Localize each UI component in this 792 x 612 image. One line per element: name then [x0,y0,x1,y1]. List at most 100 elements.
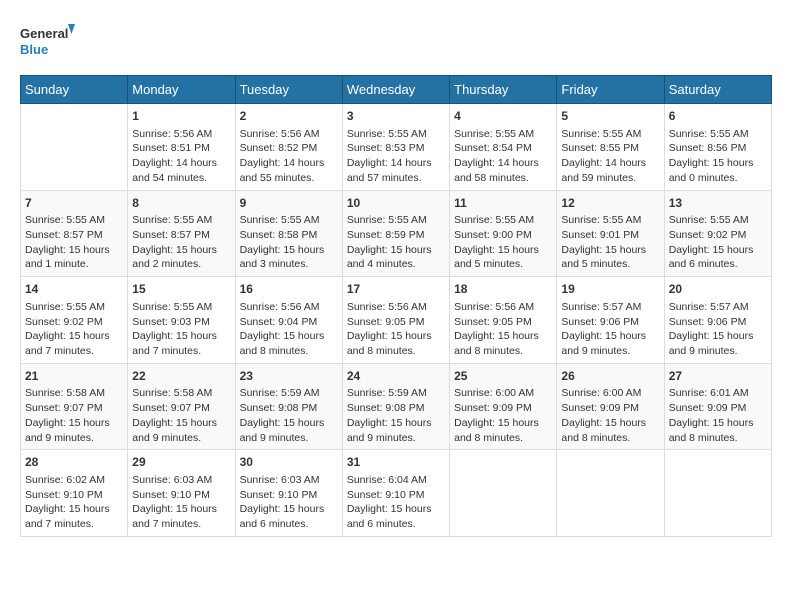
day-info: Sunset: 9:09 PM [454,401,552,416]
day-number: 2 [240,108,338,125]
calendar-week-row: 28Sunrise: 6:02 AMSunset: 9:10 PMDayligh… [21,450,772,537]
day-info: Sunset: 9:10 PM [240,488,338,503]
day-info: Daylight: 15 hours [454,243,552,258]
day-info: Sunset: 9:08 PM [240,401,338,416]
day-info: Sunset: 9:07 PM [25,401,123,416]
day-info: Daylight: 15 hours [240,329,338,344]
day-info: Daylight: 15 hours [240,243,338,258]
day-info: and 6 minutes. [669,257,767,272]
calendar-table: SundayMondayTuesdayWednesdayThursdayFrid… [20,75,772,537]
day-info: Sunrise: 5:55 AM [669,213,767,228]
table-row: 29Sunrise: 6:03 AMSunset: 9:10 PMDayligh… [128,450,235,537]
day-number: 11 [454,195,552,212]
day-info: Sunset: 8:52 PM [240,141,338,156]
day-info: and 8 minutes. [454,431,552,446]
day-number: 5 [561,108,659,125]
day-info: Sunset: 9:10 PM [132,488,230,503]
day-info: Sunrise: 6:00 AM [561,386,659,401]
table-row: 2 Sunrise: 5:56 AMSunset: 8:52 PMDaylight… [235,104,342,191]
table-row: 18Sunrise: 5:56 AMSunset: 9:05 PMDayligh… [450,277,557,364]
day-info: Daylight: 15 hours [25,329,123,344]
day-info: and 8 minutes. [561,431,659,446]
day-info: Sunset: 9:10 PM [347,488,445,503]
table-row: 22Sunrise: 5:58 AMSunset: 9:07 PMDayligh… [128,363,235,450]
calendar-header-day: Tuesday [235,76,342,104]
calendar-header-day: Monday [128,76,235,104]
day-info: and 2 minutes. [132,257,230,272]
day-info: and 7 minutes. [25,517,123,532]
day-info: and 7 minutes. [25,344,123,359]
day-info: Sunrise: 5:59 AM [347,386,445,401]
day-number: 15 [132,281,230,298]
day-info: Daylight: 15 hours [25,243,123,258]
day-number: 28 [25,454,123,471]
calendar-header-day: Thursday [450,76,557,104]
day-info: Daylight: 15 hours [561,329,659,344]
day-number: 20 [669,281,767,298]
table-row: 6Sunrise: 5:55 AMSunset: 8:56 PMDaylight… [664,104,771,191]
calendar-header-row: SundayMondayTuesdayWednesdayThursdayFrid… [21,76,772,104]
day-info: and 8 minutes. [454,344,552,359]
day-number: 22 [132,368,230,385]
table-row: 21Sunrise: 5:58 AMSunset: 9:07 PMDayligh… [21,363,128,450]
table-row: 17Sunrise: 5:56 AMSunset: 9:05 PMDayligh… [342,277,449,364]
day-info: Daylight: 14 hours [240,156,338,171]
table-row: 10Sunrise: 5:55 AMSunset: 8:59 PMDayligh… [342,190,449,277]
day-info: Sunrise: 5:55 AM [132,300,230,315]
day-info: Sunset: 9:00 PM [454,228,552,243]
day-info: Sunrise: 5:55 AM [561,127,659,142]
day-info: and 54 minutes. [132,171,230,186]
day-info: Daylight: 15 hours [240,416,338,431]
day-info: Sunset: 9:01 PM [561,228,659,243]
day-info: Sunset: 9:09 PM [561,401,659,416]
table-row: 31Sunrise: 6:04 AMSunset: 9:10 PMDayligh… [342,450,449,537]
day-info: Sunset: 8:56 PM [669,141,767,156]
table-row: 8Sunrise: 5:55 AMSunset: 8:57 PMDaylight… [128,190,235,277]
day-number: 27 [669,368,767,385]
day-info: and 7 minutes. [132,344,230,359]
day-info: Sunset: 8:59 PM [347,228,445,243]
day-info: Daylight: 15 hours [669,329,767,344]
day-info: and 55 minutes. [240,171,338,186]
day-number: 10 [347,195,445,212]
day-info: and 58 minutes. [454,171,552,186]
day-info: Sunrise: 5:56 AM [132,127,230,142]
day-info: and 5 minutes. [561,257,659,272]
table-row [21,104,128,191]
day-info: Sunset: 8:51 PM [132,141,230,156]
day-info: Sunrise: 6:01 AM [669,386,767,401]
day-info: Sunrise: 5:56 AM [454,300,552,315]
svg-text:General: General [20,26,68,41]
calendar-header-day: Sunday [21,76,128,104]
day-number: 8 [132,195,230,212]
day-info: Sunset: 9:06 PM [561,315,659,330]
day-info: Daylight: 14 hours [454,156,552,171]
table-row [557,450,664,537]
day-info: Sunset: 9:06 PM [669,315,767,330]
day-info: and 9 minutes. [347,431,445,446]
day-info: Daylight: 15 hours [25,502,123,517]
day-info: Sunrise: 5:55 AM [132,213,230,228]
table-row: 26Sunrise: 6:00 AMSunset: 9:09 PMDayligh… [557,363,664,450]
calendar-week-row: 7Sunrise: 5:55 AMSunset: 8:57 PMDaylight… [21,190,772,277]
day-info: and 7 minutes. [132,517,230,532]
table-row: 20Sunrise: 5:57 AMSunset: 9:06 PMDayligh… [664,277,771,364]
day-info: Daylight: 15 hours [561,416,659,431]
table-row: 5Sunrise: 5:55 AMSunset: 8:55 PMDaylight… [557,104,664,191]
day-info: and 57 minutes. [347,171,445,186]
day-info: Daylight: 15 hours [132,329,230,344]
day-info: Daylight: 14 hours [561,156,659,171]
day-info: Sunset: 9:04 PM [240,315,338,330]
table-row: 23Sunrise: 5:59 AMSunset: 9:08 PMDayligh… [235,363,342,450]
table-row: 1Sunrise: 5:56 AMSunset: 8:51 PMDaylight… [128,104,235,191]
day-info: Sunrise: 5:58 AM [132,386,230,401]
logo: General Blue [20,20,75,65]
day-info: Daylight: 15 hours [561,243,659,258]
day-info: and 8 minutes. [347,344,445,359]
day-info: Sunset: 8:57 PM [132,228,230,243]
day-number: 12 [561,195,659,212]
day-info: and 4 minutes. [347,257,445,272]
day-info: Sunrise: 5:56 AM [240,127,338,142]
table-row: 27Sunrise: 6:01 AMSunset: 9:09 PMDayligh… [664,363,771,450]
day-info: Daylight: 15 hours [25,416,123,431]
